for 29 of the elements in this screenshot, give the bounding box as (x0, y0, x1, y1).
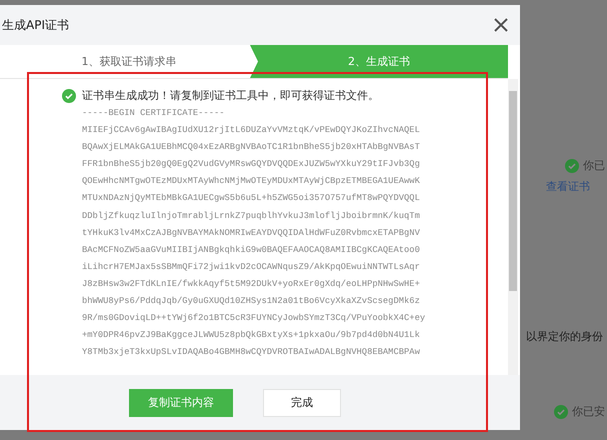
certificate-line: -----BEGIN CERTIFICATE----- (82, 107, 226, 120)
status-text: 你已安 (572, 404, 605, 419)
dialog-title: 生成API证书 (2, 16, 69, 34)
certificate-line: MIIEFjCCAv6gAwIBAgIUdXU12rjItL6DUZaYvVMztqK/vPEwDQYJKoZIhvcNAQEL (82, 124, 421, 138)
view-certificate-link[interactable]: 查看证书 (546, 179, 590, 194)
certificate-line: iLihcrH7EMJax5sSBMmQFi72jwi1kvD2cOCAWNqusZ9/AkKpqOEwuiNNTWTLsAqr (82, 260, 421, 274)
certificate-line: FFR1bnBheS5jb20gQ0EgQ2VudGVyMRswGQYDVQQDExJUZW5wYXkuY29tIFJvb3Qg (82, 158, 421, 172)
check-circle-icon (565, 158, 579, 172)
status-text: 你已 (583, 158, 605, 173)
certificate-line: J8zBHsw3w2FTdKLnIE/fwkkAqyf5t5M92DUkV+yoRxEr0gXdq/eoLHPpNHwSwHE+ (82, 278, 421, 291)
copy-button[interactable]: 复制证书内容 (129, 388, 233, 416)
certificate-line: DDbljZfkuqzluIlnjoTmrabljLrnkZ7puqblhYvkuJ3mlofljJboibrmnK/kuqTm (82, 210, 421, 223)
certificate-line: +mY0DPR46pvZJ9BaKggceJLWWU5z8pbQkGBxtyXs+1pkxaOu/9b7pd4d0bN4U1Lk (82, 329, 421, 342)
close-icon[interactable] (494, 18, 508, 32)
check-circle-icon (554, 404, 568, 418)
certificate-line: Y8TMb3xjeT3kxUpSLvIDAQABo4GBMH8wCQYDVROTBAIwADALBgNVHQ8EBAMCBPAw (82, 346, 421, 360)
step-tab[interactable]: 2、生成证书 (250, 45, 508, 78)
certificate-line: bhWWU8yPs6/PddqJqb/Gy0uGXUQd10ZHSys1N2a01tBo6VcyXkaXZvScsegDMk6z (82, 295, 421, 308)
scrollbar[interactable] (508, 79, 518, 375)
certificate-line: BAcMCFNoZW5aaGVuMIIBIjANBgkqhkiG9w0BAQEFAAOCAQ8AMIIBCgKCAQEAtoo0 (82, 244, 421, 257)
check-circle-icon (62, 88, 76, 102)
certificate-line: MTUxNDAzNjQyMTEbMBkGA1UECgwS5b6u5L+h5ZWG5oi357O757ufMT8wPQYDVQQL (82, 192, 421, 206)
certificate-line: QOEwHhcNMTgwOTEzMDUxMTAyWhcNMjMwOTEyMDUxMTAyWjCBpzETMBEGA1UEAwwK (82, 175, 421, 188)
description-text: 以界定你的身份 (526, 329, 603, 344)
done-button[interactable]: 完成 (263, 388, 341, 416)
success-message: 证书串生成成功！请复制到证书工具中，即可获得证书文件。 (82, 88, 379, 103)
certificate-line: BQAwXjELMAkGA1UEBhMCQ04xEzARBgNVBAoTC1R1bnBheS5jb20xHTAbBgNVBAsT (82, 141, 421, 154)
certificate-line: tYHkuK3lv4MxCzAJBgNVBAYMAkNOMRIwEAYDVQQIDAlHdWFuZ0RvbmcxETAPBgNV (82, 226, 421, 240)
certificate-line: 9R/ms0GDoviqLD++tYWj6f2o1BTC5cR3FUYNCyJowbSYmzT3Cq/VPuYoobkX4C+ey (82, 312, 426, 326)
